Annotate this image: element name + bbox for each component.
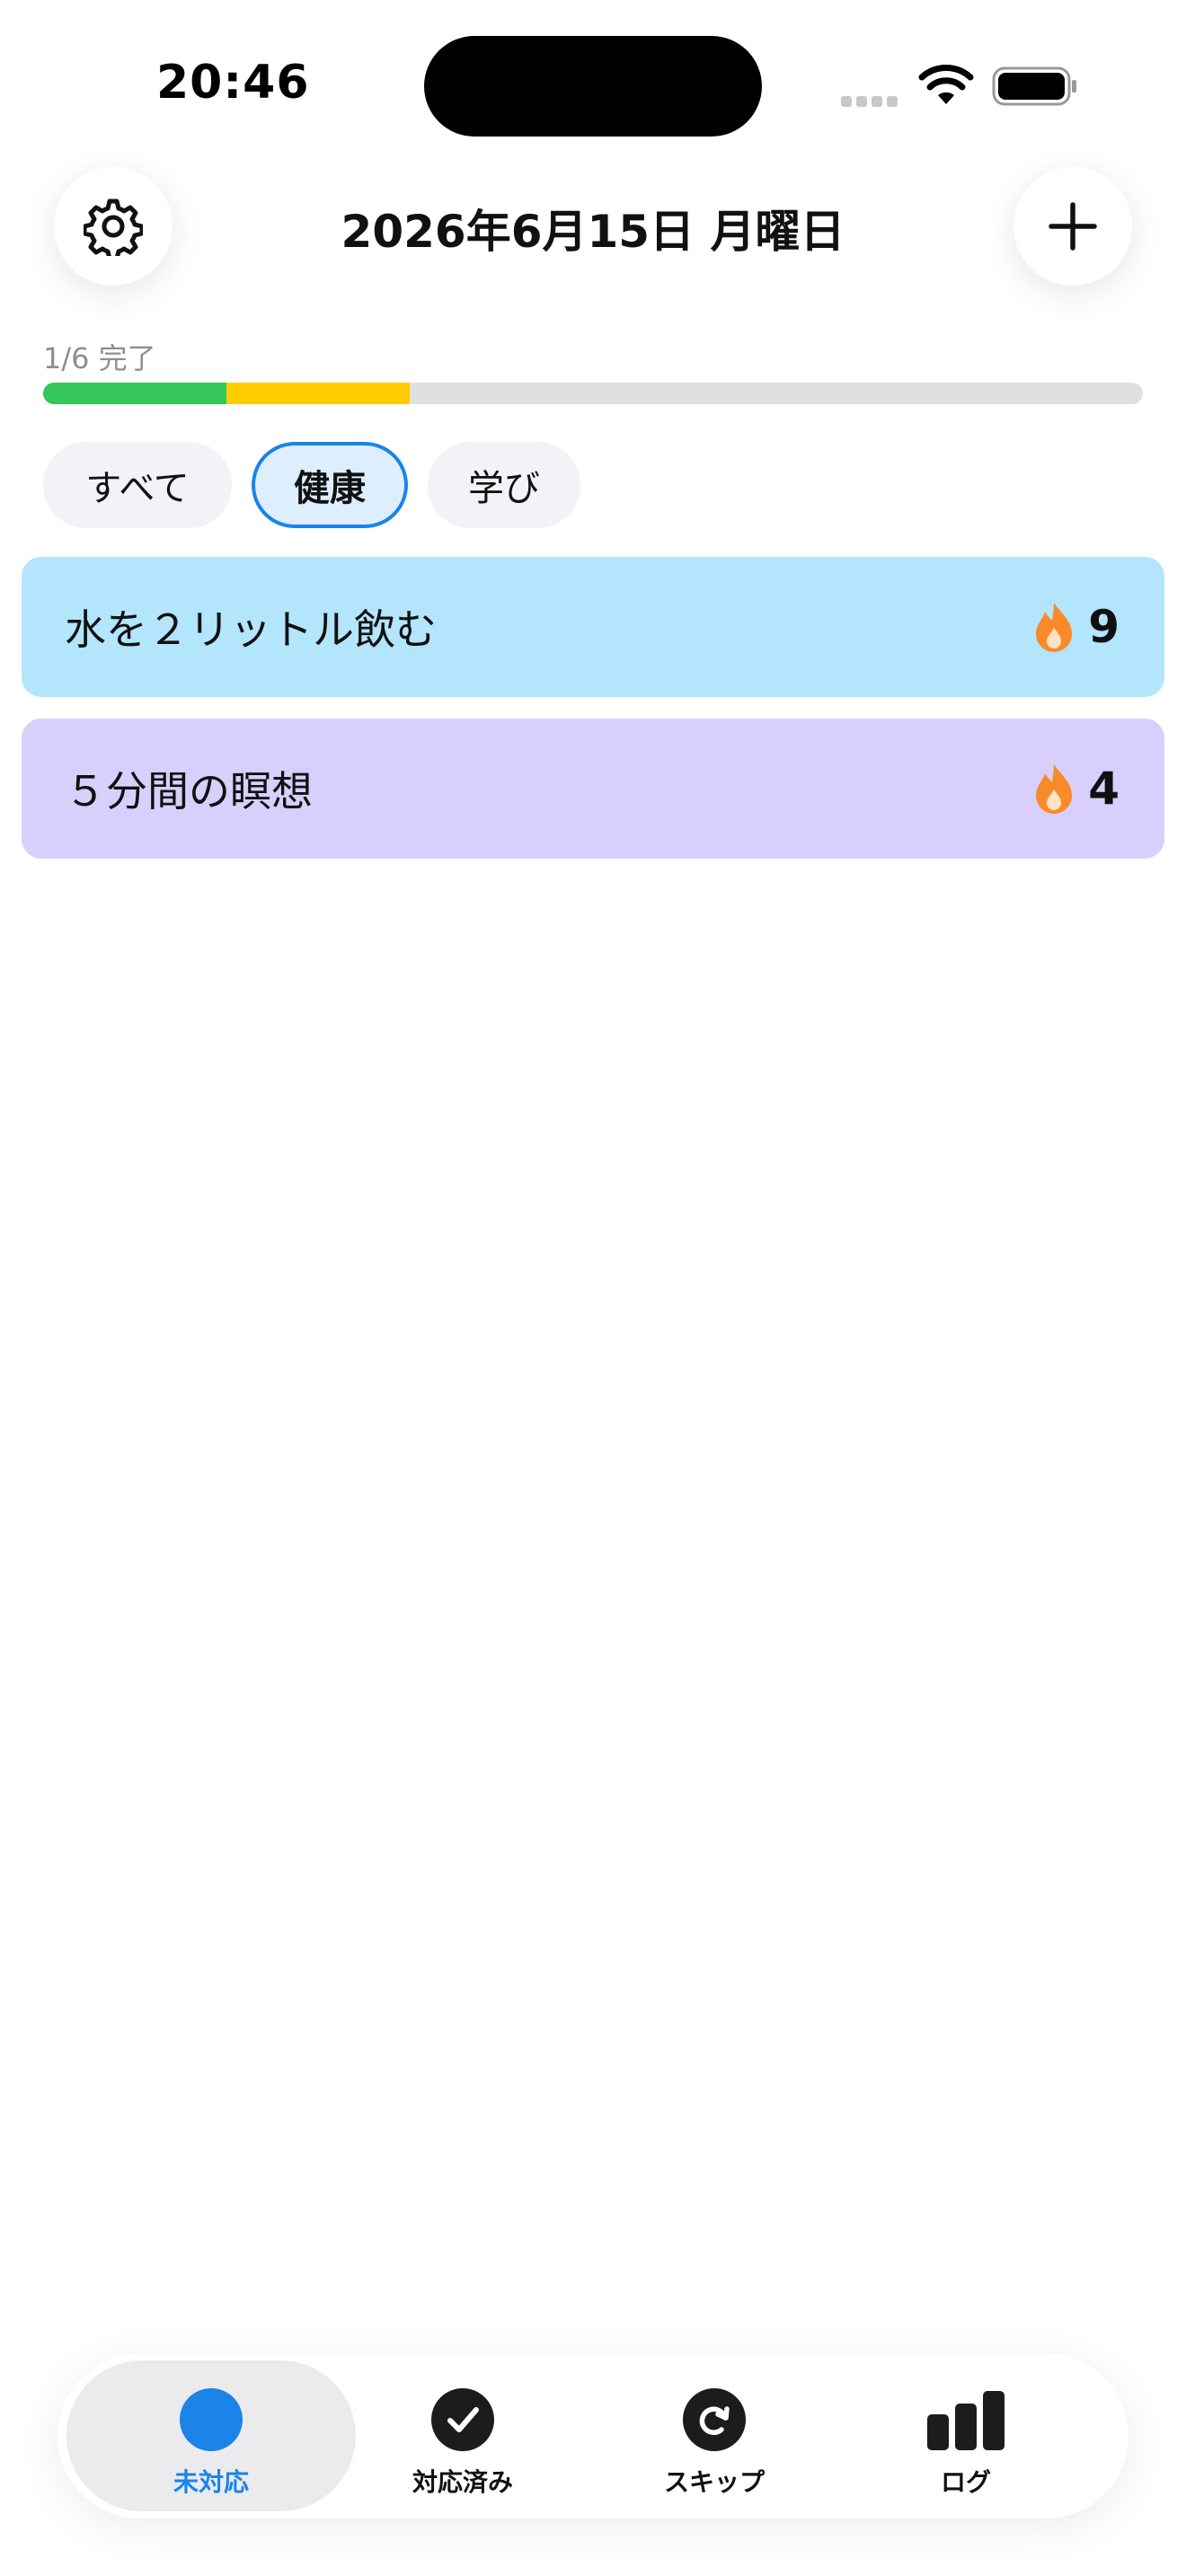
tab-log-label: ログ [940, 2467, 991, 2497]
filter-chip-learning[interactable]: 学び [428, 442, 580, 528]
tab-pending-label: 未対応 [173, 2467, 249, 2497]
habit-name: 水を２リットル飲む [65, 605, 437, 654]
page-title: 2026年6月15日 月曜日 [341, 206, 845, 258]
progress-segment-skipped [226, 383, 411, 404]
tab-done-label: 対応済み [412, 2467, 513, 2497]
flame-icon [1036, 603, 1073, 652]
dynamic-island [424, 36, 762, 137]
tab-pending[interactable]: 未対応 [66, 2360, 356, 2511]
settings-button[interactable] [54, 167, 173, 286]
tab-bar: 未対応 対応済み スキップ ログ [58, 2353, 1128, 2519]
circle-icon [180, 2388, 243, 2451]
tab-skip-label: スキップ [663, 2467, 765, 2497]
habit-card[interactable]: 水を２リットル飲む 9 [22, 557, 1164, 697]
progress-segment-completed [43, 383, 227, 404]
habit-card[interactable]: ５分間の瞑想 4 [22, 719, 1164, 859]
battery-icon [992, 66, 1076, 106]
cellular-signal-icon [841, 93, 904, 107]
filter-chip-all[interactable]: すべて [43, 442, 232, 528]
plus-icon [1049, 202, 1097, 251]
wifi-icon [918, 65, 974, 104]
progress-label: 1/6 完了 [43, 341, 156, 375]
streak-count: 9 [1088, 601, 1120, 653]
status-time: 20:46 [156, 56, 310, 110]
streak-counter: 9 [1034, 601, 1120, 653]
tab-done[interactable]: 対応済み [318, 2360, 607, 2511]
redo-arrow-circle-icon [683, 2388, 746, 2451]
streak-count: 4 [1088, 763, 1120, 815]
add-habit-button[interactable] [1013, 167, 1132, 286]
streak-counter: 4 [1034, 763, 1120, 815]
progress-bar [43, 383, 1143, 404]
tab-log[interactable]: ログ [821, 2360, 1111, 2511]
bar-chart-icon [927, 2391, 1005, 2450]
checkmark-circle-icon [431, 2388, 494, 2451]
habit-name: ５分間の瞑想 [65, 767, 313, 816]
flame-icon [1036, 764, 1073, 814]
filter-chip-health[interactable]: 健康 [252, 442, 408, 528]
gear-icon [84, 198, 143, 256]
tab-skip[interactable]: スキップ [570, 2360, 859, 2511]
